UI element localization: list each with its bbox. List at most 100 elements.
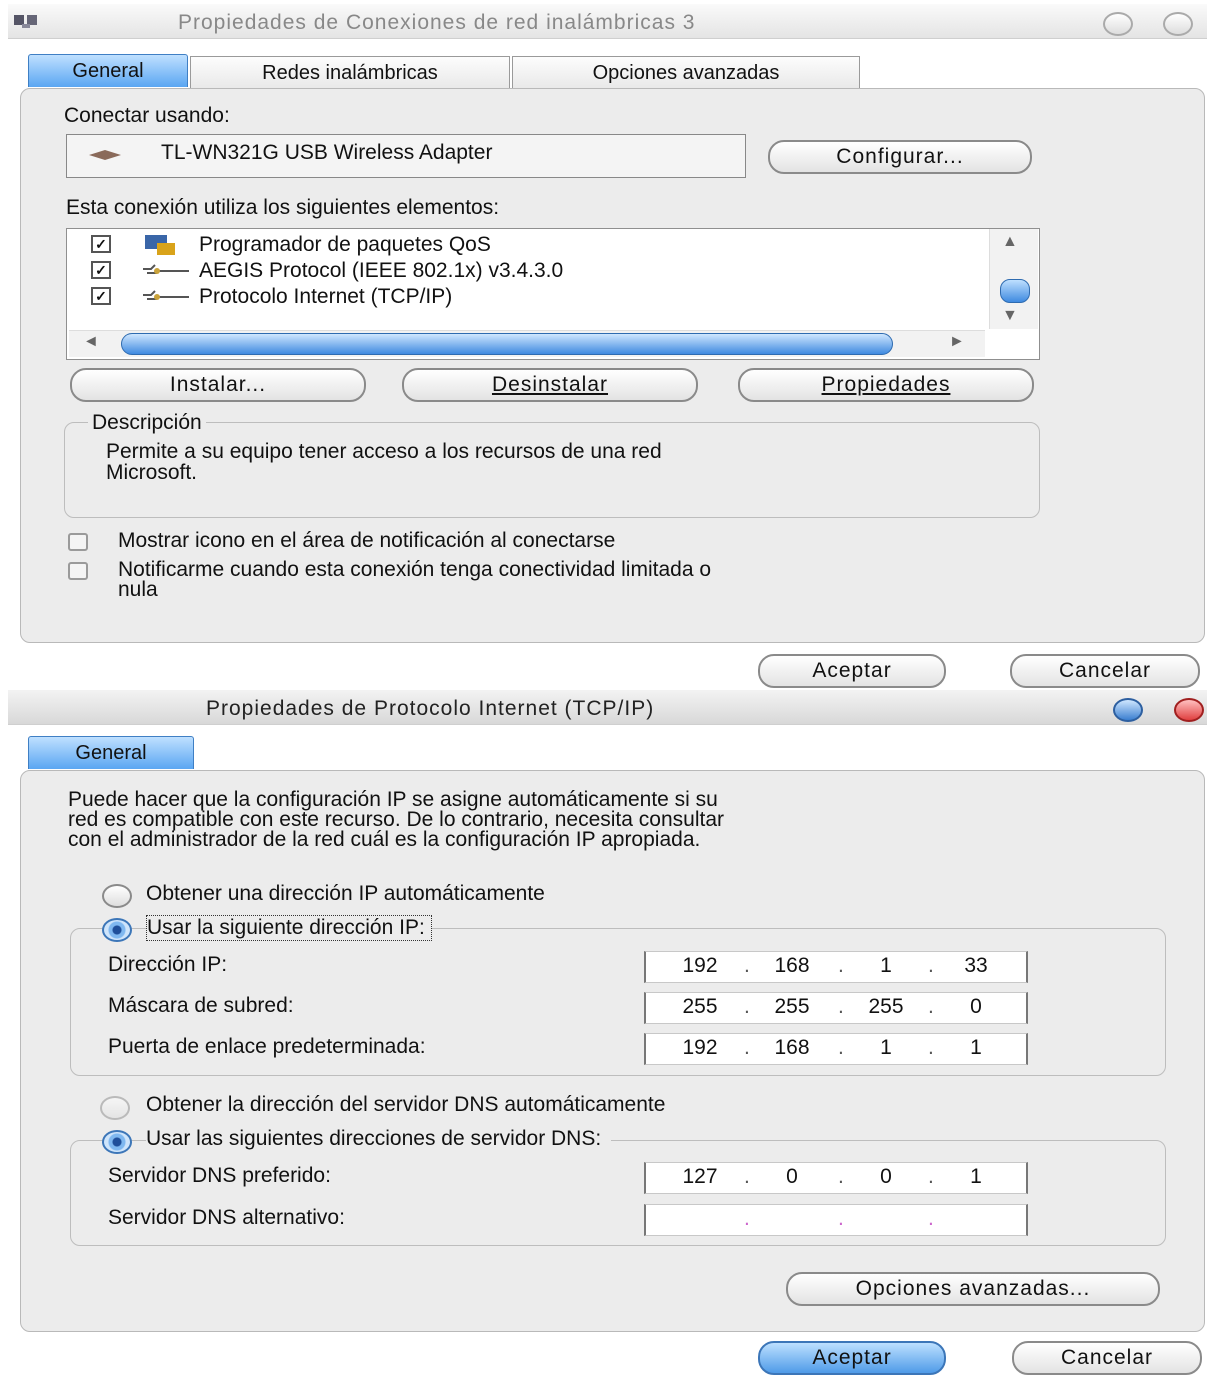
notify-limited-label-line2[interactable]: nula — [118, 578, 158, 602]
ip-octet: 168 — [774, 954, 810, 977]
ip-dot: . — [744, 954, 750, 977]
component-label: Protocolo Internet (TCP/IP) — [199, 285, 453, 308]
component-checkbox[interactable]: ✓ — [91, 235, 111, 253]
ip-octet: 1 — [880, 1036, 892, 1059]
ip-octet: 255 — [682, 995, 718, 1018]
component-label: AEGIS Protocol (IEEE 802.1x) v3.4.3.0 — [199, 259, 564, 282]
ip-octet: 1 — [970, 1036, 982, 1059]
scroll-down-icon[interactable]: ▼ — [1002, 307, 1018, 325]
use-dns-label[interactable]: Usar las siguientes direcciones de servi… — [146, 1127, 612, 1151]
close-button[interactable] — [1174, 698, 1204, 722]
uninstall-button[interactable]: Desinstalar — [402, 368, 698, 402]
qos-scheduler-icon — [143, 233, 187, 257]
network-app-icon — [12, 12, 42, 30]
ip-address-label: Dirección IP: — [108, 953, 228, 976]
ip-octet: 255 — [868, 995, 904, 1018]
elements-label: Esta conexión utiliza los siguientes ele… — [66, 196, 500, 219]
minimize-button[interactable] — [1113, 698, 1143, 722]
scroll-thumb[interactable] — [1000, 279, 1030, 303]
ip-octet: 127 — [682, 1165, 718, 1188]
use-ip-radio[interactable] — [102, 918, 132, 942]
horizontal-scrollbar[interactable]: ◄ ► — [69, 330, 985, 357]
uninstall-button-label: Desinstalar — [491, 373, 609, 396]
subnet-mask-label: Máscara de subred: — [108, 994, 294, 1017]
dialog2-titlebar: Propiedades de Protocolo Internet (TCP/I… — [8, 690, 1207, 725]
close-button[interactable] — [1163, 12, 1193, 36]
tab-redes-inalambricas[interactable]: Redes inalámbricas — [190, 56, 510, 89]
tab-opciones-avanzadas[interactable]: Opciones avanzadas — [512, 56, 860, 89]
notify-limited-checkbox[interactable] — [68, 562, 88, 580]
ip-dot: . — [928, 1165, 934, 1188]
show-icon-checkbox[interactable] — [68, 533, 88, 551]
properties-button-label: Propiedades — [821, 373, 951, 396]
notify-limited-label-line1[interactable]: Notificarme cuando esta conexión tenga c… — [118, 558, 711, 582]
ip-octet: 0 — [880, 1165, 892, 1188]
ip-dot: . — [928, 954, 934, 977]
component-checkbox[interactable]: ✓ — [91, 287, 111, 305]
ip-octet: 255 — [774, 995, 810, 1018]
ip-dot: . — [744, 1165, 750, 1188]
ip-dot: . — [838, 1036, 844, 1059]
install-button[interactable]: Instalar... — [70, 368, 366, 402]
ip-octet: 33 — [964, 954, 988, 977]
ip-octet: 192 — [682, 954, 718, 977]
vertical-scrollbar[interactable]: ▲ ▼ — [989, 229, 1038, 329]
protocol-icon — [141, 263, 191, 279]
components-list[interactable]: ✓ Programador de paquetes QoS ✓ AEGIS Pr… — [66, 228, 1040, 360]
auto-dns-radio[interactable] — [100, 1096, 130, 1120]
dialog2-title: Propiedades de Protocolo Internet (TCP/I… — [206, 697, 655, 720]
install-button-label: Instalar... — [169, 373, 267, 396]
ip-octet: 168 — [774, 1036, 810, 1059]
list-item[interactable]: ✓ Programador de paquetes QoS — [91, 233, 971, 259]
ip-dot: . — [838, 1165, 844, 1188]
show-icon-label[interactable]: Mostrar icono en el área de notificación… — [118, 529, 615, 553]
ip-dot: . — [838, 954, 844, 977]
ip-dot: . — [838, 1207, 844, 1230]
gateway-field[interactable]: 192 . 168 . 1 . 1 — [644, 1033, 1028, 1065]
advanced-options-button[interactable]: Opciones avanzadas... — [786, 1272, 1160, 1306]
ip-dot: . — [744, 1207, 750, 1230]
configure-button[interactable]: Configurar... — [768, 140, 1032, 174]
tab-general[interactable]: General — [28, 54, 188, 87]
tab-general[interactable]: General — [28, 736, 194, 769]
dialog2-ok-button[interactable]: Aceptar — [758, 1341, 946, 1375]
alternate-dns-field[interactable]: . . . — [644, 1204, 1028, 1236]
subnet-mask-field[interactable]: 255 . 255 . 255 . 0 — [644, 992, 1028, 1024]
protocol-icon — [141, 289, 191, 305]
ip-dot: . — [838, 995, 844, 1018]
ip-dot: . — [928, 1036, 934, 1059]
list-item[interactable]: ✓ AEGIS Protocol (IEEE 802.1x) v3.4.3.0 — [91, 259, 971, 285]
auto-ip-radio[interactable] — [102, 884, 132, 908]
properties-button[interactable]: Propiedades — [738, 368, 1034, 402]
ip-octet: 1 — [880, 954, 892, 977]
preferred-dns-field[interactable]: 127 . 0 . 0 . 1 — [644, 1162, 1028, 1194]
component-checkbox[interactable]: ✓ — [91, 261, 111, 279]
auto-ip-label[interactable]: Obtener una dirección IP automáticamente — [146, 882, 545, 906]
preferred-dns-label: Servidor DNS preferido: — [108, 1164, 331, 1187]
ip-dot: . — [744, 1036, 750, 1059]
ip-address-field[interactable]: 192 . 168 . 1 . 33 — [644, 951, 1028, 983]
ip-dot: . — [928, 1207, 934, 1230]
dialog1-cancel-button[interactable]: Cancelar — [1010, 654, 1200, 688]
ip-octet: 1 — [970, 1165, 982, 1188]
gateway-label: Puerta de enlace predeterminada: — [108, 1035, 426, 1058]
scroll-right-icon[interactable]: ► — [949, 333, 965, 351]
scroll-left-icon[interactable]: ◄ — [83, 333, 99, 351]
ip-dot: . — [928, 995, 934, 1018]
auto-dns-label[interactable]: Obtener la dirección del servidor DNS au… — [146, 1093, 665, 1117]
ip-octet: 0 — [970, 995, 982, 1018]
use-ip-label[interactable]: Usar la siguiente dirección IP: — [146, 915, 432, 941]
connect-using-label: Conectar usando: — [64, 104, 230, 127]
minimize-button[interactable] — [1103, 12, 1133, 36]
dialog1-ok-button[interactable]: Aceptar — [758, 654, 946, 688]
use-dns-radio[interactable] — [102, 1130, 132, 1154]
component-label: Programador de paquetes QoS — [199, 233, 491, 256]
dialog2-cancel-button[interactable]: Cancelar — [1012, 1341, 1202, 1375]
adapter-field: TL-WN321G USB Wireless Adapter — [66, 134, 746, 178]
scroll-up-icon[interactable]: ▲ — [1002, 233, 1018, 251]
scroll-thumb-horizontal[interactable] — [121, 333, 893, 355]
dialog1-title: Propiedades de Conexiones de red inalámb… — [178, 11, 696, 34]
list-item[interactable]: ✓ Protocolo Internet (TCP/IP) — [91, 285, 971, 311]
description-group — [64, 422, 1040, 518]
intro-line3: con el administrador de la red cuál es l… — [68, 828, 701, 851]
